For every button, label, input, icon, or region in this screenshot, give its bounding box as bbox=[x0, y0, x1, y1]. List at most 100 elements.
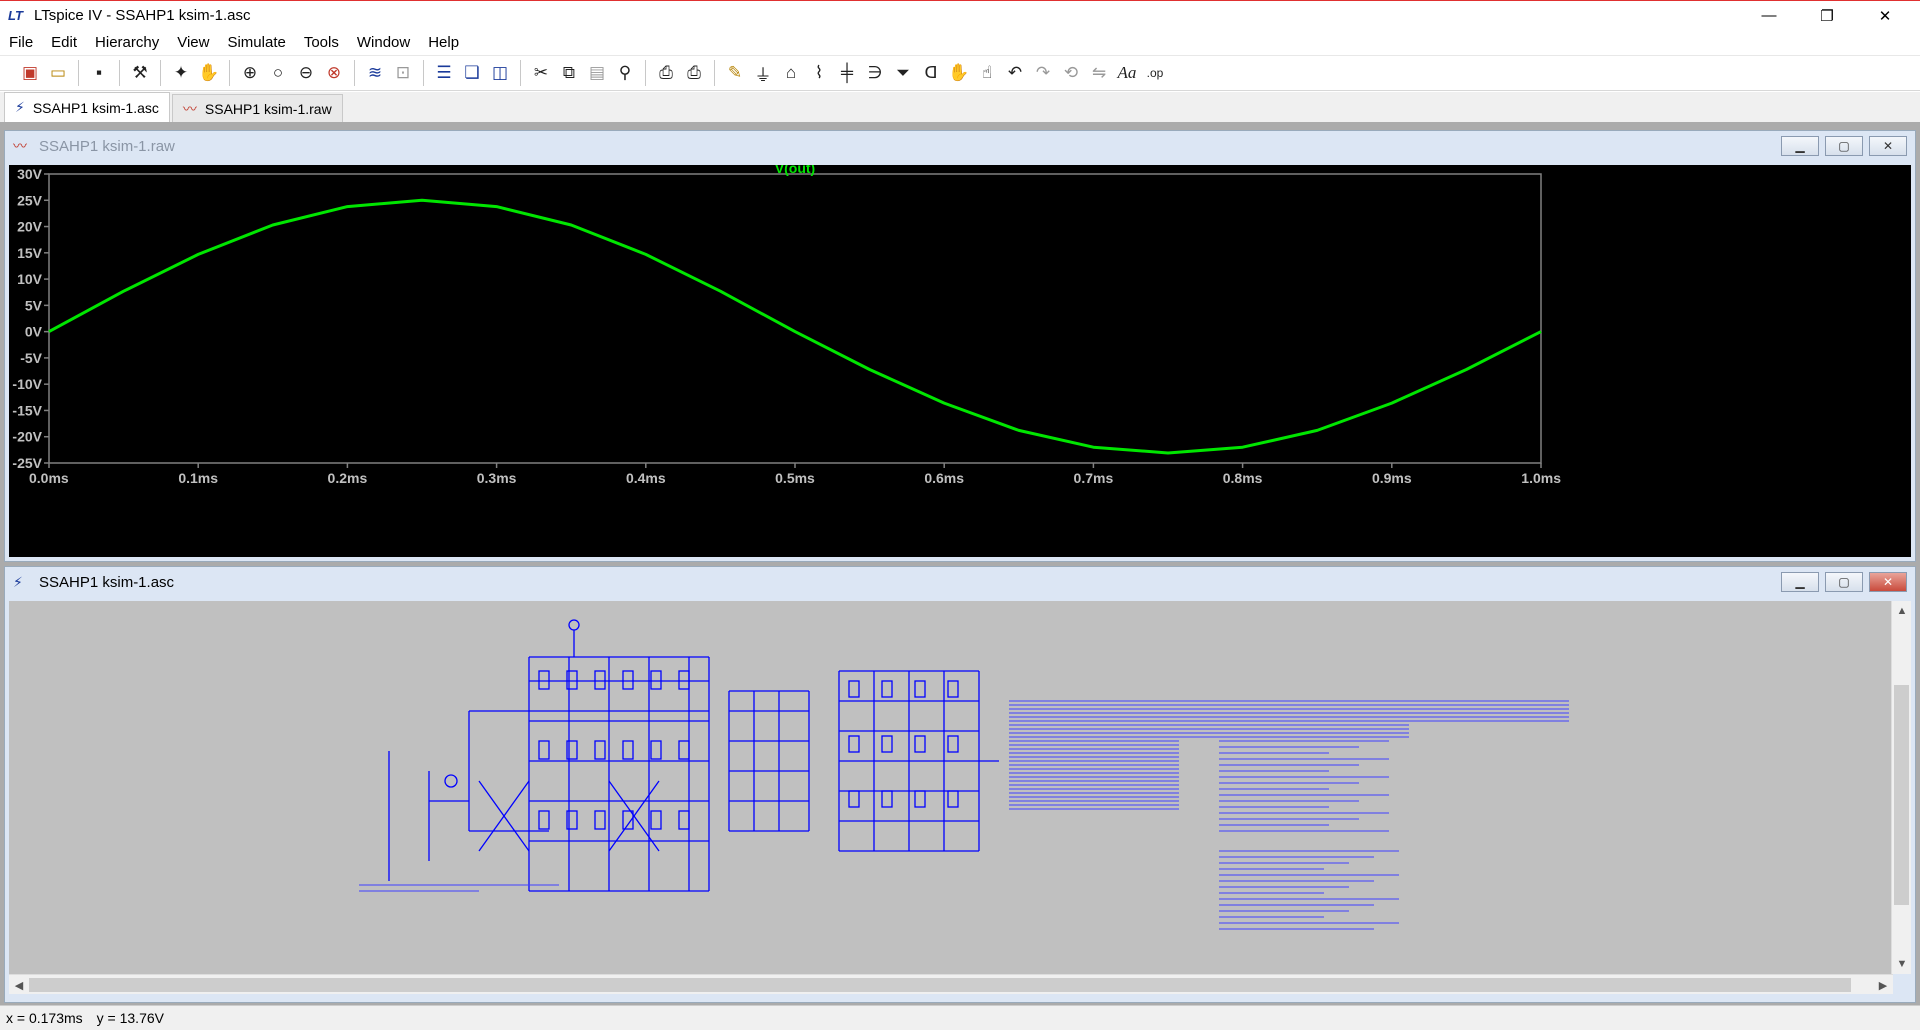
scroll-thumb[interactable] bbox=[29, 978, 1851, 992]
waveform-plot-pane[interactable]: 30V 25V 20V 15V 10V 5V 0V -5V -10V -15V -20V -25V 0.… bbox=[9, 160, 1911, 557]
ground-icon[interactable]: ⏚ bbox=[749, 59, 777, 87]
schematic-canvas[interactable] bbox=[9, 601, 1893, 974]
maximize-button[interactable]: ▢ bbox=[1825, 136, 1863, 156]
autorange-icon[interactable]: ≋ bbox=[361, 59, 389, 87]
schematic-window-caption[interactable]: ⚡ SSAHP1 ksim-1.asc bbox=[5, 567, 1915, 597]
tab-label: SSAHP1 ksim-1.asc bbox=[32, 99, 159, 116]
close-button[interactable]: ✕ bbox=[1869, 572, 1907, 592]
tile-horizontal-icon[interactable]: ☰ bbox=[430, 59, 458, 87]
halt-icon[interactable]: ✋ bbox=[195, 59, 223, 87]
move-icon[interactable]: ✋ bbox=[945, 59, 973, 87]
waveform-window: 〰 SSAHP1 ksim-1.raw ▁ ▢ ✕ 30V 25V 20V 15V 10… bbox=[4, 130, 1916, 562]
minimize-button[interactable]: ▁ bbox=[1781, 136, 1819, 156]
toolbar-separator bbox=[229, 60, 230, 86]
toolbar-separator bbox=[423, 60, 424, 86]
y-tick-label: -10V bbox=[12, 376, 42, 392]
schematic-icon: ⚡ bbox=[13, 573, 23, 590]
x-tick-label: 0.1ms bbox=[178, 470, 218, 486]
x-tick-label: 0.0ms bbox=[29, 470, 69, 486]
scroll-up-icon[interactable]: ▲ bbox=[1892, 601, 1912, 621]
x-tick-label: 0.7ms bbox=[1074, 470, 1114, 486]
schematic-icon: ⚡ bbox=[15, 99, 25, 115]
cut-icon[interactable]: ✂ bbox=[527, 59, 555, 87]
zoom-cancel-icon[interactable]: ⊗ bbox=[320, 59, 348, 87]
zoom-out-icon[interactable]: ⊖ bbox=[292, 59, 320, 87]
scroll-thumb[interactable] bbox=[1894, 685, 1909, 905]
control-panel-icon[interactable]: ⚒ bbox=[126, 59, 154, 87]
label-net-icon[interactable]: ⌂ bbox=[777, 59, 805, 87]
open-icon[interactable]: ▭ bbox=[44, 59, 72, 87]
menu-view[interactable]: View bbox=[168, 34, 218, 51]
new-schematic-icon[interactable]: ▣ bbox=[16, 59, 44, 87]
paste-icon[interactable]: ▤ bbox=[583, 59, 611, 87]
undo-icon[interactable]: ↶ bbox=[1001, 59, 1029, 87]
toolbar-separator bbox=[160, 60, 161, 86]
maximize-button[interactable]: ▢ bbox=[1825, 572, 1863, 592]
save-icon[interactable]: ▪ bbox=[85, 59, 113, 87]
tab-waveform[interactable]: 〰 SSAHP1 ksim-1.raw bbox=[171, 94, 343, 122]
zoom-area-icon[interactable]: ○ bbox=[264, 59, 292, 87]
y-tick-label: -5V bbox=[20, 350, 42, 366]
inductor-icon[interactable]: ∋ bbox=[861, 59, 889, 87]
horizontal-scrollbar[interactable]: ◀ ▶ bbox=[9, 974, 1893, 994]
zoom-in-icon[interactable]: ⊕ bbox=[236, 59, 264, 87]
text-icon[interactable]: Aa bbox=[1113, 59, 1141, 87]
mirror-icon[interactable]: ⇋ bbox=[1085, 59, 1113, 87]
close-button[interactable]: ✕ bbox=[1856, 1, 1914, 30]
window-title: LTspice IV - SSAHP1 ksim-1.asc bbox=[34, 7, 251, 24]
schematic-window: ⚡ SSAHP1 ksim-1.asc ▁ ▢ ✕ ▲ ▼ ◀ ▶ bbox=[4, 566, 1916, 1003]
y-tick-label: -15V bbox=[12, 402, 42, 418]
diode-icon[interactable]: ⏷ bbox=[889, 59, 917, 87]
resistor-icon[interactable]: ⌇ bbox=[805, 59, 833, 87]
y-tick-label: 25V bbox=[17, 192, 43, 208]
trace-vout bbox=[48, 198, 1542, 455]
waveform-plot[interactable]: 30V25V20V15V10V5V0V-5V-10V-15V-20V-25V0.… bbox=[9, 160, 1911, 557]
scroll-left-icon[interactable]: ◀ bbox=[9, 975, 29, 995]
y-tick-label: -20V bbox=[12, 429, 42, 445]
menu-hierarchy[interactable]: Hierarchy bbox=[86, 34, 168, 51]
restore-button[interactable]: ❐ bbox=[1798, 1, 1856, 30]
waveform-icon: 〰 bbox=[182, 100, 197, 117]
menu-edit[interactable]: Edit bbox=[42, 34, 86, 51]
cascade-icon[interactable]: ❏ bbox=[458, 59, 486, 87]
capacitor-icon[interactable]: ╪ bbox=[833, 59, 861, 87]
menu-file[interactable]: File bbox=[0, 34, 42, 51]
menu-simulate[interactable]: Simulate bbox=[218, 34, 294, 51]
rotate-icon[interactable]: ⟲ bbox=[1057, 59, 1085, 87]
vertical-scrollbar[interactable]: ▲ ▼ bbox=[1891, 601, 1911, 974]
close-button[interactable]: ✕ bbox=[1869, 136, 1907, 156]
redo-icon[interactable]: ↷ bbox=[1029, 59, 1057, 87]
run-icon[interactable]: ✦ bbox=[167, 59, 195, 87]
y-tick-label: 30V bbox=[17, 166, 43, 182]
fit-icon[interactable]: ⊡ bbox=[389, 59, 417, 87]
tile-vertical-icon[interactable]: ◫ bbox=[486, 59, 514, 87]
toolbar-separator bbox=[78, 60, 79, 86]
print-preview-icon[interactable]: ⎙ bbox=[652, 59, 680, 87]
menu-help[interactable]: Help bbox=[419, 34, 468, 51]
spice-directive-icon[interactable]: .op bbox=[1141, 59, 1169, 87]
draw-wire-icon[interactable]: ✎ bbox=[721, 59, 749, 87]
tab-schematic[interactable]: ⚡ SSAHP1 ksim-1.asc bbox=[4, 92, 170, 122]
drag-icon[interactable]: ☝ bbox=[973, 59, 1001, 87]
minimize-button[interactable]: — bbox=[1740, 1, 1798, 30]
y-tick-label: 10V bbox=[17, 271, 43, 287]
y-tick-label: 20V bbox=[17, 219, 43, 235]
component-icon[interactable]: ᗡ bbox=[917, 59, 945, 87]
waveform-window-caption[interactable]: 〰 SSAHP1 ksim-1.raw bbox=[5, 131, 1915, 161]
toolbar-separator bbox=[354, 60, 355, 86]
spice-directive-text bbox=[359, 700, 1569, 930]
copy-icon[interactable]: ⧉ bbox=[555, 59, 583, 87]
print-icon[interactable]: ⎙ bbox=[680, 59, 708, 87]
menu-bar: File Edit Hierarchy View Simulate Tools … bbox=[0, 30, 1920, 54]
toolbar-separator bbox=[119, 60, 120, 86]
menu-window[interactable]: Window bbox=[348, 34, 419, 51]
find-icon[interactable]: ⚲ bbox=[611, 59, 639, 87]
title-bar: LT LTspice IV - SSAHP1 ksim-1.asc — ❐ ✕ bbox=[0, 0, 1920, 30]
schematic-drawing[interactable] bbox=[9, 601, 1893, 974]
minimize-button[interactable]: ▁ bbox=[1781, 572, 1819, 592]
scroll-right-icon[interactable]: ▶ bbox=[1873, 975, 1893, 995]
toolbar-separator bbox=[645, 60, 646, 86]
ltspice-logo-icon: LT bbox=[8, 7, 23, 23]
scroll-down-icon[interactable]: ▼ bbox=[1892, 954, 1912, 974]
menu-tools[interactable]: Tools bbox=[295, 34, 348, 51]
